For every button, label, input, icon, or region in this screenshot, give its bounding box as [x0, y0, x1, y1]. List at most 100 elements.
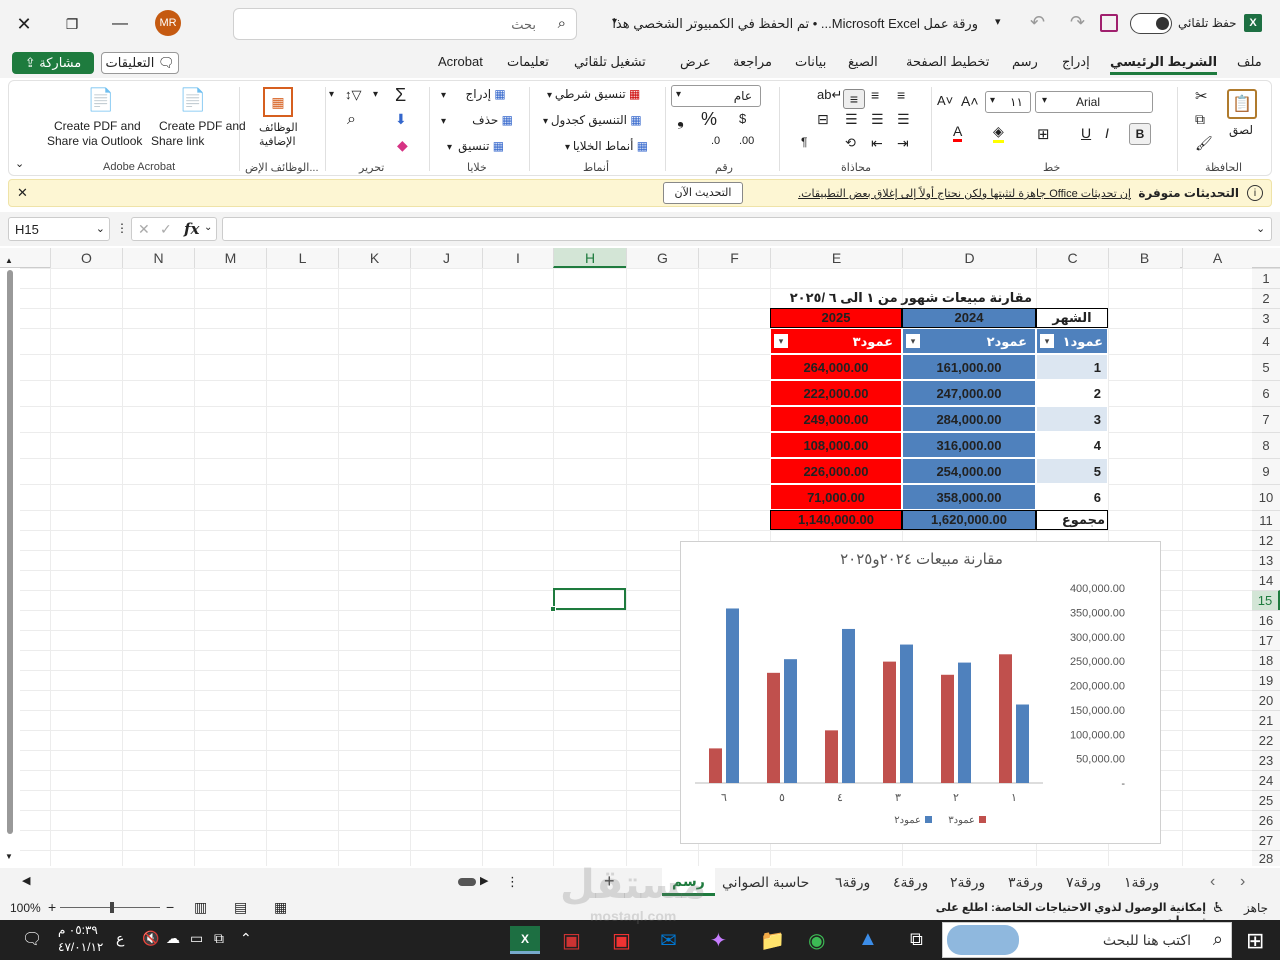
- active-cell-selection[interactable]: [553, 588, 626, 610]
- tab-review[interactable]: مراجعة: [733, 54, 772, 70]
- zoom-slider-thumb[interactable]: [110, 902, 114, 913]
- sales-2024-cell[interactable]: 247,000.00: [902, 380, 1036, 406]
- document-title[interactable]: ورقة عمل Microsoft Excel... • تم الحفظ ف…: [612, 16, 978, 32]
- scroll-tabs-right-icon[interactable]: ›: [1240, 873, 1245, 891]
- row-header[interactable]: 23: [1252, 750, 1280, 770]
- autosave-toggle[interactable]: [1130, 13, 1172, 34]
- sheet-tab-trays[interactable]: حاسبة الصواني: [722, 874, 809, 891]
- row-header[interactable]: 3: [1252, 308, 1280, 328]
- row-header[interactable]: 24: [1252, 770, 1280, 790]
- show-hidden-icon[interactable]: ⌃: [240, 930, 252, 947]
- sheet-tab-1[interactable]: ورقة١: [1124, 874, 1159, 891]
- year-2025-header[interactable]: 2025: [770, 308, 902, 328]
- app-icon[interactable]: ▲: [858, 928, 878, 951]
- sales-2025-cell[interactable]: 249,000.00: [770, 406, 902, 432]
- addins-label-1[interactable]: الوظائف: [259, 121, 298, 134]
- network-icon[interactable]: ⧉: [214, 930, 224, 947]
- restore-icon[interactable]: ❐: [62, 14, 82, 34]
- row-header[interactable]: 26: [1252, 810, 1280, 830]
- scroll-up-icon[interactable]: ▲: [5, 256, 13, 265]
- row-header[interactable]: 17: [1252, 630, 1280, 650]
- column2-header[interactable]: عمود٢ ▾: [902, 328, 1036, 354]
- copilot-icon[interactable]: ✦: [710, 928, 727, 953]
- comma-icon[interactable]: ❟: [677, 109, 684, 130]
- sales-2025-cell[interactable]: 108,000.00: [770, 432, 902, 458]
- column-header[interactable]: G: [626, 248, 698, 268]
- notice-message[interactable]: إن تحديثات Office جاهزة لتثبتها ولكن نحت…: [798, 187, 1131, 200]
- customize-qat-icon[interactable]: ▾: [995, 15, 1001, 28]
- excel-taskbar-icon[interactable]: X: [510, 926, 540, 954]
- sheet-tab-2[interactable]: ورقة٢: [950, 874, 985, 891]
- row-header[interactable]: 6: [1252, 380, 1280, 406]
- align-bottom-icon[interactable]: ≡: [843, 89, 865, 109]
- page-break-view-icon[interactable]: ▥: [194, 899, 207, 916]
- accounting-icon[interactable]: $: [739, 111, 746, 126]
- row-header[interactable]: 5: [1252, 354, 1280, 380]
- font-color-icon[interactable]: A: [953, 123, 963, 142]
- fill-icon[interactable]: ⬇: [395, 111, 407, 128]
- page-layout-view-icon[interactable]: ▤: [234, 899, 247, 916]
- sheet-tab-4[interactable]: ورقة٤: [893, 874, 928, 891]
- outdent-icon[interactable]: ⇤: [871, 135, 883, 152]
- sales-2024-cell[interactable]: 161,000.00: [902, 354, 1036, 380]
- column-header[interactable]: N: [122, 248, 194, 268]
- delete-cells-button[interactable]: ▾ حذف ▦: [441, 113, 513, 127]
- row-header[interactable]: 10: [1252, 484, 1280, 510]
- notification-icon[interactable]: 🗨: [22, 929, 42, 949]
- create-pdf-outlook-line2[interactable]: Share via Outlook: [47, 134, 142, 148]
- column3-header[interactable]: عمود٣ ▾: [770, 328, 902, 354]
- month-cell[interactable]: 1: [1036, 354, 1108, 380]
- row-header[interactable]: 20: [1252, 690, 1280, 710]
- enter-icon[interactable]: ✓: [160, 221, 172, 238]
- row-header[interactable]: 8: [1252, 432, 1280, 458]
- sort-filter-icon[interactable]: ↕▽: [345, 87, 362, 103]
- zoom-out-icon[interactable]: −: [166, 899, 174, 915]
- sales-2025-cell[interactable]: 264,000.00: [770, 354, 902, 380]
- formula-input[interactable]: [222, 217, 1272, 241]
- create-pdf-link-line2[interactable]: Share link: [151, 134, 204, 148]
- column-header[interactable]: K: [338, 248, 410, 268]
- worksheet-grid[interactable]: ABCDEFGHIJKLMNO 1 2 3 4 5 6 7 8 9 10 11 12 13 14 15 16 1…: [0, 248, 1280, 868]
- borders-icon[interactable]: ⊞: [1037, 125, 1050, 143]
- row-header[interactable]: 27: [1252, 830, 1280, 850]
- row-header[interactable]: 16: [1252, 610, 1280, 630]
- app-icon[interactable]: ▣: [612, 928, 631, 953]
- more-icon[interactable]: ⋮: [116, 221, 128, 235]
- fill-handle[interactable]: [550, 606, 556, 612]
- autosum-icon[interactable]: Σ: [395, 85, 406, 106]
- tab-draw[interactable]: رسم: [1012, 54, 1038, 70]
- number-format-dropdown[interactable]: عام ▾: [671, 85, 761, 107]
- save-icon[interactable]: [1100, 14, 1118, 32]
- copy-icon[interactable]: ⧉: [1195, 111, 1205, 128]
- table-title[interactable]: مقارنة مبيعات شهور من ١ الى ٦ /٢٠٢٥: [770, 288, 1036, 308]
- pdf-link-icon[interactable]: 📄: [179, 87, 206, 113]
- filter-dropdown-icon[interactable]: ▾: [1040, 334, 1054, 348]
- tab-insert[interactable]: إدراج: [1062, 54, 1090, 70]
- month-cell[interactable]: 3: [1036, 406, 1108, 432]
- conditional-formatting-button[interactable]: ▾ تنسيق شرطي ▦: [547, 87, 640, 101]
- display-icon[interactable]: ▭: [190, 930, 203, 947]
- increase-decimal-icon[interactable]: .0: [711, 135, 720, 147]
- clear-icon[interactable]: ◆: [397, 137, 408, 154]
- row-header[interactable]: 2: [1252, 288, 1280, 308]
- row-header[interactable]: 15: [1252, 590, 1280, 610]
- font-size-dropdown[interactable]: ١١ ▾: [985, 91, 1031, 113]
- align-right-icon[interactable]: ☰: [897, 111, 910, 128]
- filter-dropdown-icon[interactable]: ▾: [906, 334, 920, 348]
- cloud-icon[interactable]: ☁: [166, 930, 180, 947]
- row-header[interactable]: 19: [1252, 670, 1280, 690]
- format-cells-button[interactable]: ▾ تنسيق ▦: [447, 139, 504, 153]
- column-header[interactable]: J: [410, 248, 482, 268]
- decrease-decimal-icon[interactable]: .00: [739, 135, 754, 147]
- cancel-icon[interactable]: ✕: [138, 221, 150, 238]
- tab-automate[interactable]: تشغيل تلقائي: [574, 54, 646, 70]
- scroll-thumb[interactable]: [7, 270, 13, 834]
- tab-acrobat[interactable]: Acrobat: [438, 54, 483, 69]
- create-pdf-outlook-line1[interactable]: Create PDF and: [54, 119, 141, 133]
- clock-time[interactable]: ٠٥:٣٩ م: [58, 923, 98, 937]
- row-header[interactable]: 9: [1252, 458, 1280, 484]
- decrease-font-icon[interactable]: A˅: [937, 93, 953, 108]
- zoom-slider[interactable]: [60, 902, 160, 913]
- search-box[interactable]: ⌕ بحث: [233, 8, 577, 40]
- tab-formulas[interactable]: الصيغ: [848, 54, 878, 70]
